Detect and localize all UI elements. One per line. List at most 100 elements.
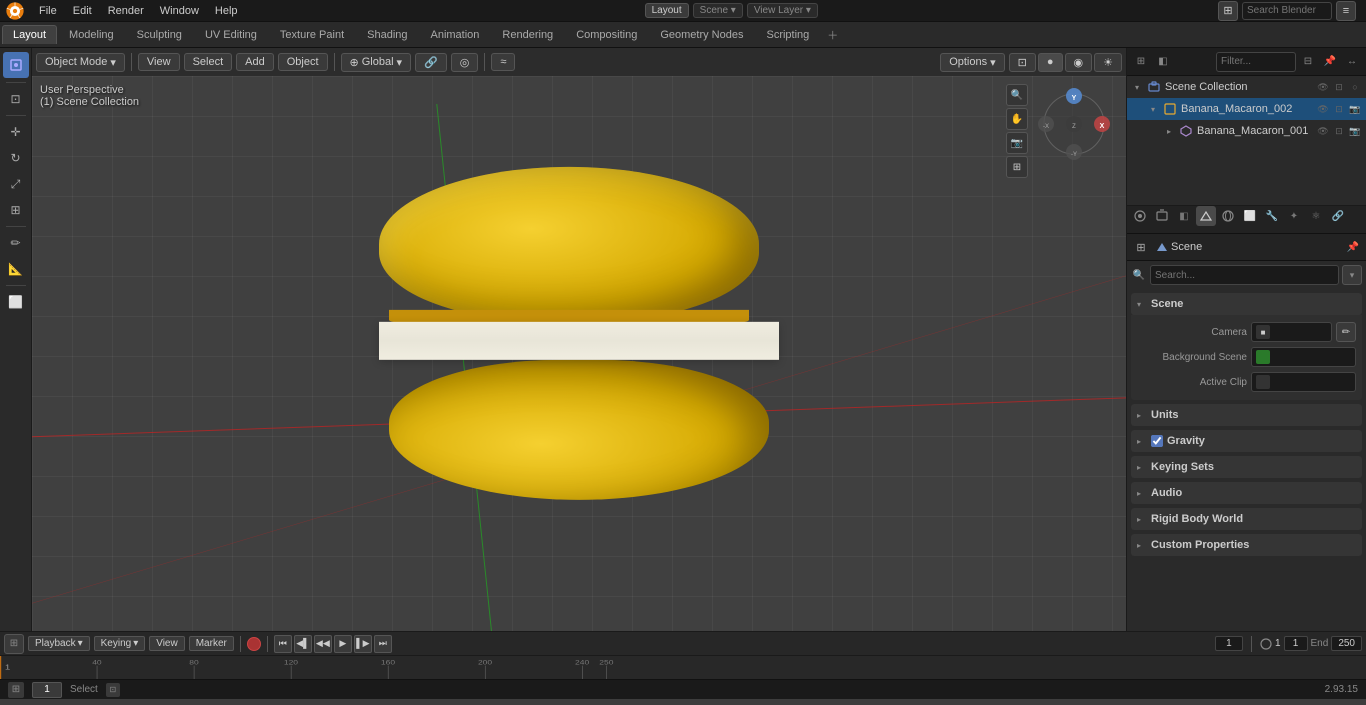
step-back-btn[interactable]: ◀▌ <box>294 635 312 653</box>
playback-btn[interactable]: Playback ▾ <box>28 636 90 651</box>
prop-tab-view-layer[interactable]: ◧ <box>1174 206 1194 226</box>
menu-window[interactable]: Window <box>153 3 206 19</box>
camera-edit-btn[interactable]: ✏ <box>1336 322 1356 342</box>
macaron002-camera-icon[interactable]: 📷 <box>1348 102 1362 116</box>
play-btn[interactable]: ▶ <box>334 635 352 653</box>
menu-help[interactable]: Help <box>208 3 245 19</box>
properties-pin[interactable]: 📌 <box>1344 238 1362 256</box>
jump-start-btn[interactable]: ⏮ <box>274 635 292 653</box>
tab-texture-paint[interactable]: Texture Paint <box>269 25 355 44</box>
prop-tab-physics[interactable]: ⚛ <box>1306 206 1326 226</box>
editor-type-btn[interactable]: ⊞ <box>1218 1 1238 21</box>
pan-btn[interactable]: ✋ <box>1006 108 1028 130</box>
audio-section-header[interactable]: ▸ Audio <box>1131 482 1362 504</box>
end-frame-input[interactable]: 250 <box>1331 636 1362 651</box>
view-btn[interactable]: View <box>149 636 185 651</box>
tab-shading[interactable]: Shading <box>356 25 418 44</box>
viewport-gizmo[interactable]: Y X -Y -X Z <box>1034 84 1114 164</box>
camera-value[interactable]: ■ <box>1251 322 1332 342</box>
active-clip-value[interactable] <box>1251 372 1356 392</box>
macaron002-eye-icon[interactable]: 👁 <box>1316 102 1330 116</box>
view-layer-selector[interactable]: View Layer ▾ <box>747 3 818 18</box>
macaron002-expand[interactable]: ▾ <box>1147 103 1159 115</box>
object-mode-btn[interactable]: Object Mode ▾ <box>36 53 125 72</box>
search-arrow-btn[interactable]: ▾ <box>1342 265 1362 285</box>
viewport[interactable]: Object Mode ▾ View Select Add Object ⊕ G… <box>32 48 1126 631</box>
keying-sets-section-header[interactable]: ▸ Keying Sets <box>1131 456 1362 478</box>
custom-props-section-header[interactable]: ▸ Custom Properties <box>1131 534 1362 556</box>
collection-hide-icon[interactable]: ○ <box>1348 80 1362 94</box>
sync-icon[interactable]: ↔ <box>1342 52 1362 72</box>
scene-selector[interactable]: Scene ▾ <box>693 3 743 18</box>
solid-btn[interactable]: ● <box>1038 53 1063 72</box>
status-left-icon[interactable]: ⊞ <box>8 682 24 698</box>
jump-end-btn[interactable]: ⏭ <box>374 635 392 653</box>
macaron001-eye-icon[interactable]: 👁 <box>1316 124 1330 138</box>
annotate-tool[interactable]: ✏ <box>4 231 28 255</box>
outliner-filter-input[interactable] <box>1216 52 1296 72</box>
prop-tab-particles[interactable]: ✦ <box>1284 206 1304 226</box>
editor-type-icon[interactable]: ⊞ <box>1131 52 1151 72</box>
prop-tab-output[interactable] <box>1152 206 1172 226</box>
overlay-mode-btn[interactable]: Options ▾ <box>940 53 1004 72</box>
timeline-editor-type[interactable]: ⊞ <box>4 634 24 654</box>
active-workspace-btn[interactable]: Layout <box>645 3 689 18</box>
rigid-body-section-header[interactable]: ▸ Rigid Body World <box>1131 508 1362 530</box>
menu-file[interactable]: File <box>32 3 64 19</box>
tab-animation[interactable]: Animation <box>420 25 491 44</box>
scale-tool[interactable]: ⤢ <box>4 172 28 196</box>
tab-layout[interactable]: Layout <box>2 25 57 44</box>
background-scene-value[interactable] <box>1251 347 1356 367</box>
collection-eye-icon[interactable]: 👁 <box>1316 80 1330 94</box>
outliner-item-macaron-001[interactable]: ▸ Banana_Macaron_001 👁 ⊡ 📷 <box>1127 120 1366 142</box>
pin-icon[interactable]: 📌 <box>1320 52 1340 72</box>
prop-tab-constraints[interactable]: 🔗 <box>1328 206 1348 226</box>
collection-select-icon[interactable]: ⊡ <box>1332 80 1346 94</box>
timeline-scrubber[interactable]: 1 40 80 120 160 200 240 250 <box>0 656 1366 679</box>
vp-object-btn[interactable]: Object <box>278 53 328 71</box>
rendered-btn[interactable]: ☀ <box>1094 53 1122 72</box>
prop-tab-scene[interactable] <box>1196 206 1216 226</box>
timeline-controls[interactable]: ≈ <box>491 53 515 71</box>
macaron001-camera-icon[interactable]: 📷 <box>1348 124 1362 138</box>
outliner-item-collection[interactable]: ▾ Scene Collection 👁 ⊡ ○ <box>1127 76 1366 98</box>
tab-rendering[interactable]: Rendering <box>491 25 564 44</box>
proportional-edit-btn[interactable]: ◎ <box>451 53 479 72</box>
tab-sculpting[interactable]: Sculpting <box>126 25 193 44</box>
mode-selector[interactable] <box>3 52 29 78</box>
outliner-item-macaron-002[interactable]: ▾ Banana_Macaron_002 👁 ⊡ 📷 <box>1127 98 1366 120</box>
measure-tool[interactable]: 📐 <box>4 257 28 281</box>
tab-compositing[interactable]: Compositing <box>565 25 648 44</box>
vp-add-btn[interactable]: Add <box>236 53 274 71</box>
prop-tab-world[interactable] <box>1218 206 1238 226</box>
keying-btn[interactable]: Keying ▾ <box>94 636 146 651</box>
snap-btn[interactable]: 🔗 <box>415 53 447 72</box>
gravity-checkbox[interactable] <box>1151 435 1163 447</box>
zoom-in-btn[interactable]: 🔍 <box>1006 84 1028 106</box>
macaron001-expand[interactable]: ▸ <box>1163 125 1175 137</box>
record-btn[interactable] <box>247 637 261 651</box>
transform-orient-btn[interactable]: ⊕ Global ▾ <box>341 53 412 72</box>
prop-tab-modifier[interactable]: 🔧 <box>1262 206 1282 226</box>
transform-tool[interactable]: ⊞ <box>4 198 28 222</box>
add-cube-tool[interactable]: ⬜ <box>4 290 28 314</box>
filter-btn[interactable]: ≡ <box>1336 1 1356 21</box>
scene-section-header[interactable]: ▾ Scene <box>1131 293 1362 315</box>
camera-view-btn[interactable]: 📷 <box>1006 132 1028 154</box>
vp-select-btn[interactable]: Select <box>184 53 233 71</box>
macaron001-select-icon[interactable]: ⊡ <box>1332 124 1346 138</box>
outliner-mode-icon[interactable]: ◧ <box>1153 52 1173 72</box>
move-tool[interactable]: ✛ <box>4 120 28 144</box>
select-box-tool[interactable]: ⊡ <box>4 87 28 111</box>
menu-render[interactable]: Render <box>101 3 151 19</box>
current-frame-display[interactable]: 1 <box>1215 636 1243 651</box>
menu-edit[interactable]: Edit <box>66 3 99 19</box>
tab-geometry-nodes[interactable]: Geometry Nodes <box>649 25 754 44</box>
add-workspace-btn[interactable]: ＋ <box>821 24 844 46</box>
prop-tab-render[interactable] <box>1130 206 1150 226</box>
rotate-tool[interactable]: ↻ <box>4 146 28 170</box>
material-preview-btn[interactable]: ◉ <box>1065 53 1093 72</box>
gravity-section-header[interactable]: ▸ Gravity <box>1131 430 1362 452</box>
filter-icon[interactable]: ⊟ <box>1298 52 1318 72</box>
tab-uv-editing[interactable]: UV Editing <box>194 25 268 44</box>
